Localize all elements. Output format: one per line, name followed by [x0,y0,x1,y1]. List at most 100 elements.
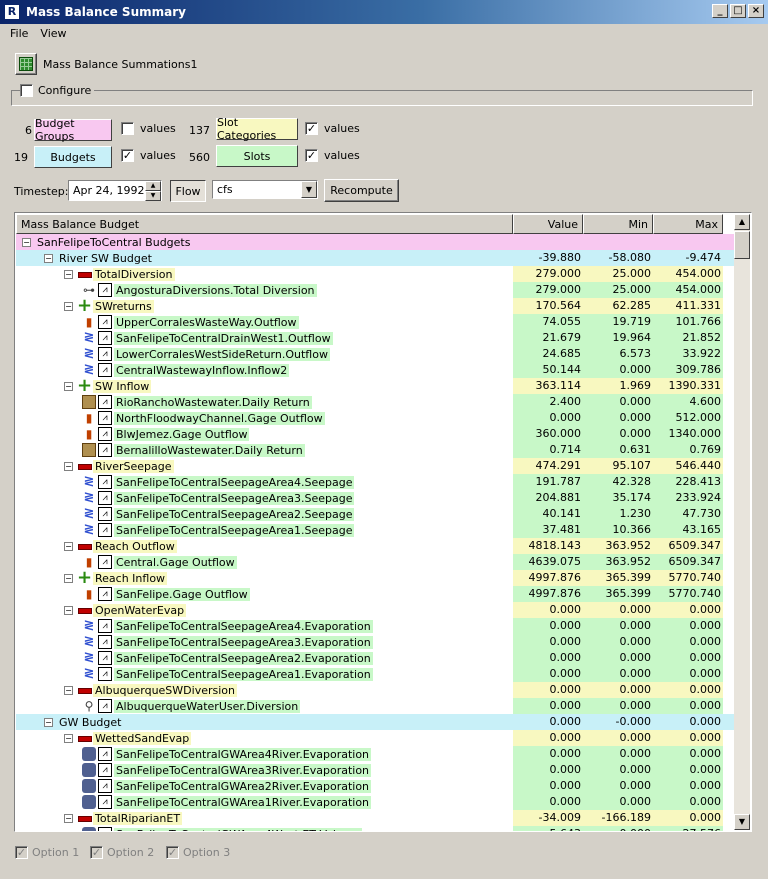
plot-icon[interactable]: ⩘ [98,411,112,425]
option-3-checkbox[interactable]: ✓ [166,846,179,859]
plot-icon[interactable]: ⩘ [98,507,112,521]
budget-groups-values-checkbox[interactable] [121,122,134,135]
plot-icon[interactable]: ⩘ [98,779,112,793]
date-up-icon[interactable]: ▲ [145,181,161,191]
slot-row[interactable]: ≷ ⩘ CentralWastewayInflow.Inflow2 50.144 0.0… [16,362,735,378]
slot-row[interactable]: ≷ ⩘ SanFelipeToCentralSeepageArea2.Seepage… [16,506,735,522]
slot-row[interactable]: ▮ ⩘ SanFelipe.Gage Outflow 4997.876 365.399 5… [16,586,735,602]
collapse-icon[interactable]: − [64,685,73,695]
flow-toggle[interactable]: Flow [170,180,206,202]
slot-row[interactable]: ≷ ⩘ SanFelipeToCentralSeepageArea2.Evapora… [16,650,735,666]
plot-icon[interactable]: ⩘ [98,763,112,777]
slot-row[interactable]: ≷ ⩘ SanFelipeToCentralSeepageArea1.Seepage… [16,522,735,538]
collapse-icon[interactable]: − [44,253,53,263]
scroll-thumb[interactable] [734,231,750,259]
category-row[interactable]: − OpenWaterEvap 0.000 0.000 0.000 [16,602,735,618]
plot-icon[interactable]: ⩘ [98,363,112,377]
slots-values-checkbox[interactable]: ✓ [305,149,318,162]
collapse-icon[interactable]: − [64,573,73,583]
recompute-button[interactable]: Recompute [324,179,399,202]
plot-icon[interactable]: ⩘ [98,555,112,569]
collapse-icon[interactable]: − [44,717,53,727]
plot-icon[interactable]: ⩘ [98,827,112,831]
slot-row[interactable]: ⚲ ⩘ AlbuquerqueWaterUser.Diversion 0.000 0.0… [16,698,735,714]
slot-row[interactable]: ≷ ⩘ SanFelipeToCentralSeepageArea1.Evapora… [16,666,735,682]
option-1[interactable]: ✓ Option 1 [15,846,79,859]
menu-view[interactable]: View [34,27,72,40]
slot-row[interactable]: ▮ ⩘ UpperCorralesWasteWay.Outflow 74.055 19.… [16,314,735,330]
vertical-scrollbar[interactable]: ▲ ▼ [734,214,750,830]
slot-row[interactable]: ⩘ SanFelipeToCentralGWArea3River.Evaporat… [16,762,735,778]
collapse-icon[interactable]: − [22,237,31,247]
plot-icon[interactable]: ⩘ [98,651,112,665]
chevron-down-icon[interactable]: ▼ [301,181,317,198]
plot-icon[interactable]: ⩘ [98,667,112,681]
slot-row[interactable]: ≷ ⩘ SanFelipeToCentralSeepageArea4.Seepage… [16,474,735,490]
slot-categories-values-checkbox[interactable]: ✓ [305,122,318,135]
slot-row[interactable]: ⩘ BernalilloWastewater.Daily Return 0.714 0… [16,442,735,458]
collapse-icon[interactable]: − [64,381,73,391]
plot-icon[interactable]: ⩘ [98,587,112,601]
scroll-down-icon[interactable]: ▼ [734,814,750,830]
budgets-values-checkbox[interactable]: ✓ [121,149,134,162]
plot-icon[interactable]: ⩘ [98,699,112,713]
collapse-icon[interactable]: − [64,461,73,471]
option-2[interactable]: ✓ Option 2 [90,846,154,859]
category-row[interactable]: − AlbuquerqueSWDiversion 0.000 0.000 0.000 [16,682,735,698]
slot-row[interactable]: ≷ ⩘ LowerCorralesWestSideReturn.Outflow 24.… [16,346,735,362]
configure-checkbox[interactable] [20,84,33,97]
plot-icon[interactable]: ⩘ [98,395,112,409]
slot-row[interactable]: ≷ ⩘ SanFelipeToCentralSeepageArea4.Evapora… [16,618,735,634]
units-select[interactable]: cfs ▼ [212,180,318,199]
plot-icon[interactable]: ⩘ [98,795,112,809]
plot-icon[interactable]: ⩘ [98,475,112,489]
category-row[interactable]: − + SWreturns 170.564 62.285 411.331 [16,297,735,315]
slot-row[interactable]: ▮ ⩘ NorthFloodwayChannel.Gage Outflow 0.000… [16,410,735,426]
col-header-min[interactable]: Min [583,214,653,234]
budget-row[interactable]: − River SW Budget -39.880 -58.080 -9.474 [16,250,735,266]
slot-row[interactable]: ⊶ ⩘ AngosturaDiversions.Total Diversion 279… [16,282,735,298]
col-header-budget[interactable]: Mass Balance Budget [16,214,513,234]
col-header-value[interactable]: Value [513,214,583,234]
collapse-icon[interactable]: − [64,269,73,279]
group-row[interactable]: − SanFelipeToCentral Budgets [16,234,735,250]
slot-row[interactable]: ⩘ RioRanchoWastewater.Daily Return 2.400 0.… [16,394,735,410]
option-1-checkbox[interactable]: ✓ [15,846,28,859]
slot-row[interactable]: ▮ ⩘ Central.Gage Outflow 4639.075 363.952 650… [16,554,735,570]
budget-groups-button[interactable]: Budget Groups [34,117,112,143]
slot-row[interactable]: ⩘ SanFelipeToCentralGWArea2River.Evaporat… [16,778,735,794]
slot-row[interactable]: ⩘ SanFelipeToCentralGWArea4River.Evaporat… [16,746,735,762]
collapse-icon[interactable]: − [64,541,73,551]
budgets-button[interactable]: Budgets [34,146,112,168]
slot-row[interactable]: ▮ ⩘ BlwJemez.Gage Outflow 360.000 0.000 1340.… [16,426,735,442]
close-button[interactable]: × [748,4,764,18]
option-2-checkbox[interactable]: ✓ [90,846,103,859]
plot-icon[interactable]: ⩘ [98,491,112,505]
budget-row[interactable]: − GW Budget 0.000 -0.000 0.000 [16,714,735,730]
category-row[interactable]: − + Reach Inflow 4997.876 365.399 5770.740 [16,569,735,587]
maximize-button[interactable]: □ [730,4,746,18]
option-3[interactable]: ✓ Option 3 [166,846,230,859]
plot-icon[interactable]: ⩘ [98,523,112,537]
plot-icon[interactable]: ⩘ [98,619,112,633]
plot-icon[interactable]: ⩘ [98,283,112,297]
summation-button[interactable] [15,53,37,75]
category-row[interactable]: − TotalDiversion 279.000 25.000 454.000 [16,266,735,282]
plot-icon[interactable]: ⩘ [98,315,112,329]
collapse-icon[interactable]: − [64,733,73,743]
date-input[interactable]: Apr 24, 1992 ▲ ▼ [68,180,162,201]
slot-row[interactable]: ⩘SanFelipeToCentralGWArea4West.ET Volume… [16,826,735,831]
plot-icon[interactable]: ⩘ [98,747,112,761]
category-row[interactable]: − TotalRiparianET -34.009 -166.189 0.000 [16,810,735,826]
slot-row[interactable]: ≷ ⩘ SanFelipeToCentralDrainWest1.Outflow 21… [16,330,735,346]
scroll-up-icon[interactable]: ▲ [734,214,750,230]
menu-file[interactable]: File [4,27,34,40]
category-row[interactable]: − + SW Inflow 363.114 1.969 1390.331 [16,377,735,395]
plot-icon[interactable]: ⩘ [98,443,112,457]
plot-icon[interactable]: ⩘ [98,347,112,361]
collapse-icon[interactable]: − [64,605,73,615]
slot-row[interactable]: ≷ ⩘ SanFelipeToCentralSeepageArea3.Evapora… [16,634,735,650]
date-down-icon[interactable]: ▼ [145,191,161,201]
collapse-icon[interactable]: − [64,301,73,311]
plot-icon[interactable]: ⩘ [98,331,112,345]
